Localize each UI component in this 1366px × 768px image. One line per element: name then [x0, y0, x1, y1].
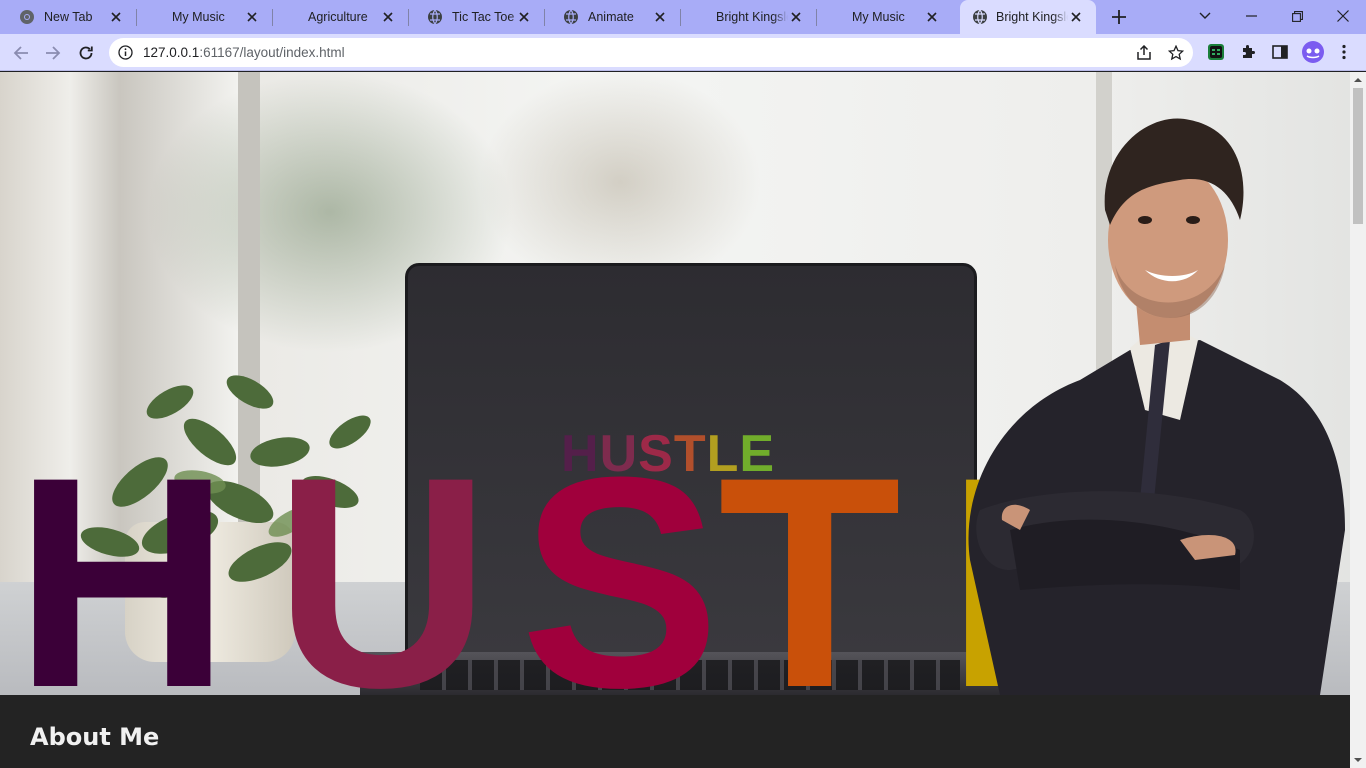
hero-letter-u: U — [274, 414, 491, 695]
page-viewport: H U S T L E H U S T About Me — [0, 72, 1350, 768]
tab-my-music[interactable]: My Music — [816, 0, 952, 34]
kebab-menu-icon — [1342, 44, 1346, 60]
extensions-button[interactable] — [1238, 42, 1258, 62]
arrow-right-icon — [46, 46, 61, 60]
tab-new-tab[interactable]: New Tab — [0, 0, 137, 34]
close-window-button[interactable] — [1320, 0, 1366, 32]
page-scrollbar[interactable] — [1350, 72, 1366, 768]
close-icon[interactable] — [788, 9, 804, 25]
about-section: About Me — [0, 695, 1350, 768]
close-icon[interactable] — [244, 9, 260, 25]
chrome-icon — [20, 10, 34, 24]
chevron-down-icon — [1199, 12, 1211, 19]
tab-title: Agriculture — [308, 10, 368, 24]
about-heading: About Me — [30, 723, 160, 751]
tab-bright-kingsley[interactable]: Bright Kingsley — [680, 0, 817, 34]
close-icon — [1337, 10, 1349, 22]
share-icon — [1137, 45, 1151, 60]
side-panel-button[interactable] — [1270, 42, 1290, 62]
tab-my-music[interactable]: My Music — [136, 0, 273, 34]
hero-letter-t: T — [718, 414, 902, 695]
avatar — [1302, 41, 1324, 63]
arrow-left-icon — [13, 46, 28, 60]
star-icon — [1168, 45, 1184, 61]
puzzle-icon — [1243, 45, 1255, 58]
url-path: :61167/layout/index.html — [199, 45, 345, 60]
close-icon[interactable] — [380, 9, 396, 25]
bookmark-button[interactable] — [1167, 44, 1185, 62]
close-icon[interactable] — [924, 9, 940, 25]
businessman-image — [968, 118, 1345, 695]
scroll-up-icon[interactable] — [1354, 76, 1362, 84]
back-button[interactable] — [7, 39, 35, 67]
tab-agriculture[interactable]: Agriculture — [272, 0, 409, 34]
globe-icon — [564, 9, 578, 25]
forward-button[interactable] — [39, 39, 67, 67]
close-icon[interactable] — [1068, 9, 1084, 25]
minimize-icon — [1245, 15, 1257, 17]
tab-title: My Music — [172, 10, 225, 24]
scroll-down-icon[interactable] — [1354, 756, 1362, 764]
close-icon[interactable] — [652, 9, 668, 25]
tab-title: Bright Kingsley — [996, 10, 1068, 24]
scrollbar-thumb[interactable] — [1353, 88, 1363, 224]
reload-button[interactable] — [72, 39, 100, 67]
tab-title: Tic Tac Toe — [452, 10, 515, 24]
plus-icon — [1112, 10, 1126, 24]
restore-button[interactable] — [1274, 0, 1320, 32]
address-bar[interactable]: 127.0.0.1:61167/layout/index.html — [109, 38, 1193, 67]
close-icon[interactable] — [516, 9, 532, 25]
hero-letter-h: H — [14, 414, 231, 695]
tab-bright-kingsley-active[interactable]: Bright Kingsley — [960, 0, 1096, 34]
profile-button[interactable] — [1302, 41, 1324, 63]
tab-strip: New Tab My Music Agriculture Tic Tac Toe — [0, 0, 1366, 34]
tab-tic-tac-toe[interactable]: Tic Tac Toe — [408, 0, 545, 34]
browser-menu-button[interactable] — [1334, 42, 1354, 62]
info-icon[interactable] — [118, 45, 133, 60]
extension-button[interactable] — [1206, 42, 1226, 62]
close-icon[interactable] — [108, 9, 124, 25]
tab-title: Animate — [588, 10, 634, 24]
tab-title: Bright Kingsley — [716, 10, 788, 24]
tab-title: New Tab — [44, 10, 93, 24]
hero-section: H U S T L E H U S T — [0, 72, 1350, 695]
new-tab-button[interactable] — [1108, 6, 1130, 28]
share-button[interactable] — [1135, 44, 1153, 62]
tab-search-button[interactable] — [1182, 0, 1228, 32]
tab-animate[interactable]: Animate — [544, 0, 681, 34]
restore-icon — [1291, 10, 1303, 22]
globe-icon — [428, 9, 442, 25]
side-panel-icon — [1272, 45, 1288, 59]
hero-letter-s: S — [520, 414, 721, 695]
globe-icon — [973, 9, 987, 25]
reload-icon — [79, 46, 93, 60]
extension-badge-icon — [1208, 44, 1224, 60]
browser-toolbar: 127.0.0.1:61167/layout/index.html — [0, 34, 1366, 71]
minimize-button[interactable] — [1228, 0, 1274, 32]
tab-title: My Music — [852, 10, 905, 24]
address-url: 127.0.0.1:61167/layout/index.html — [143, 45, 345, 60]
url-host: 127.0.0.1 — [143, 45, 200, 60]
